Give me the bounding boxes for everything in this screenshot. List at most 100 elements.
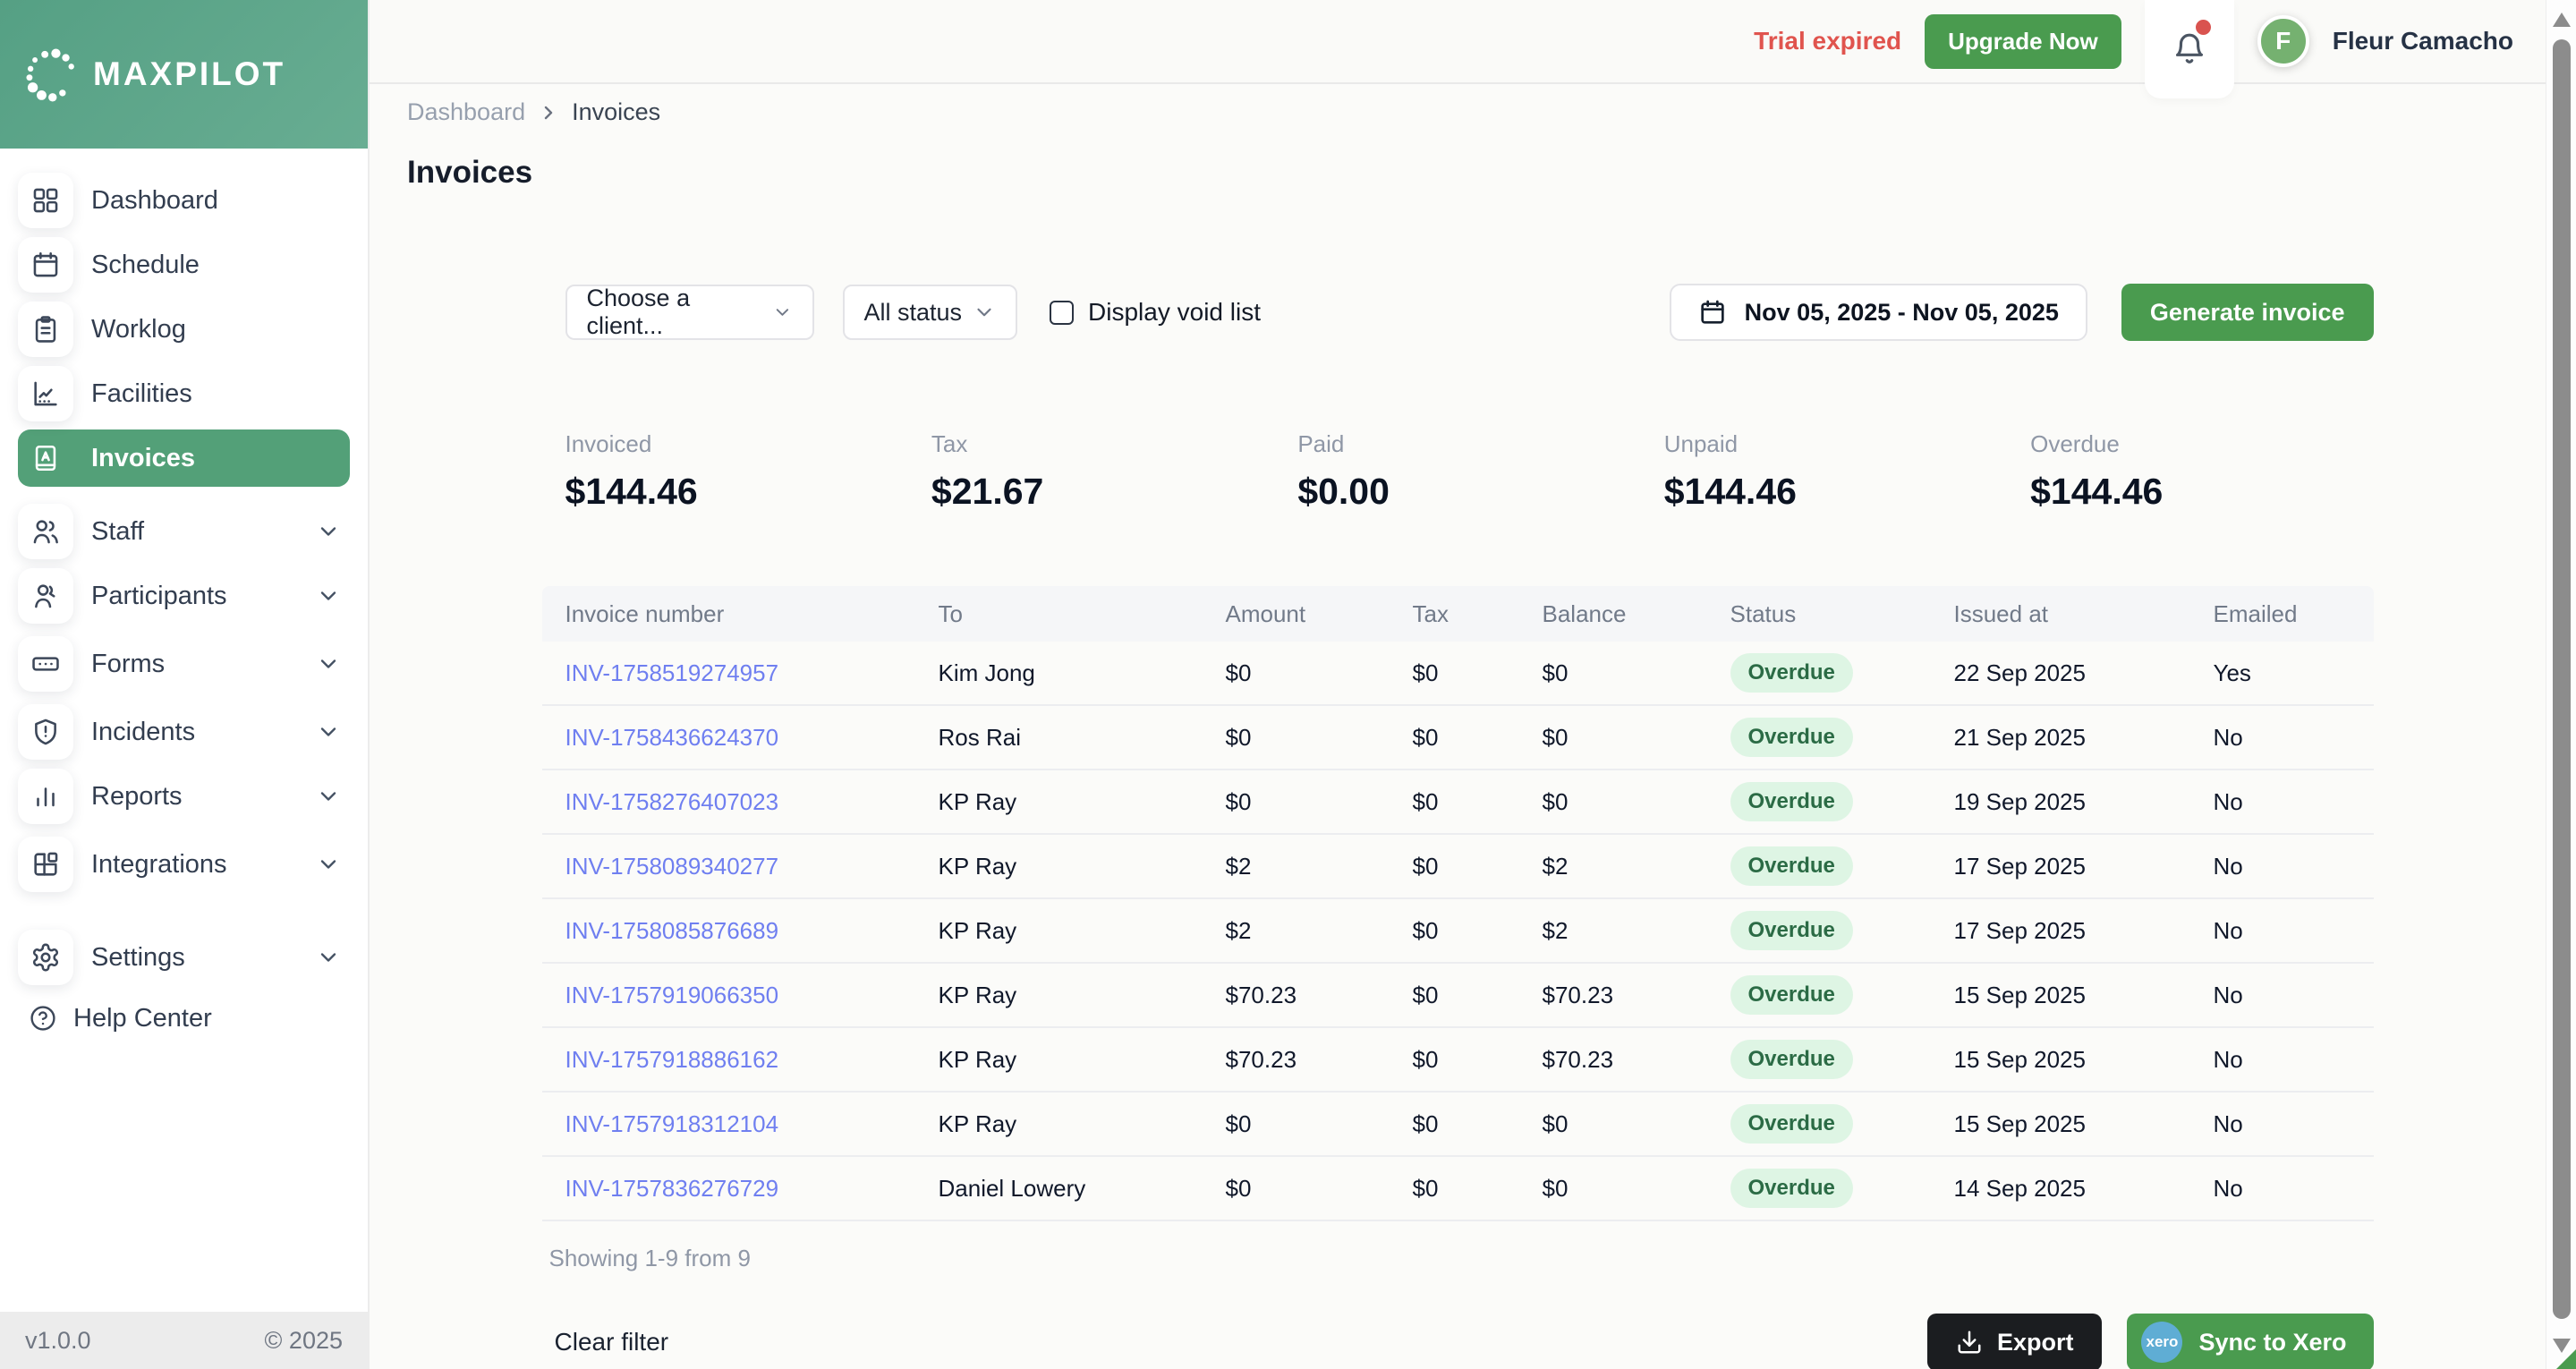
sidebar-item-label: Worklog — [91, 315, 186, 344]
invoice-number-link[interactable]: INV-1758519274957 — [565, 659, 779, 686]
invoice-number-link[interactable]: INV-1758436624370 — [565, 724, 779, 751]
void-list-checkbox[interactable] — [1050, 301, 1074, 325]
generate-invoice-button[interactable]: Generate invoice — [2121, 284, 2374, 341]
invoice-number-link[interactable]: INV-1757919066350 — [565, 982, 779, 1008]
form-field-icon — [18, 636, 73, 692]
user-name[interactable]: Fleur Camacho — [2333, 27, 2513, 55]
scroll-up-arrow[interactable] — [2553, 13, 2571, 27]
col-issued-at: Issued at — [1931, 600, 2190, 628]
sync-label: Sync to Xero — [2198, 1329, 2346, 1356]
download-icon — [1956, 1329, 1983, 1356]
sidebar-item-integrations[interactable]: Integrations — [18, 836, 350, 893]
summary-label: Unpaid — [1664, 430, 2007, 458]
sidebar: MAXPILOT Dashboard Schedule Worklog — [0, 0, 370, 1369]
invoice-number-link[interactable]: INV-1757836276729 — [565, 1175, 779, 1202]
upgrade-now-button[interactable]: Upgrade Now — [1925, 14, 2121, 69]
summary-row: Invoiced $144.46 Tax $21.67 Paid $0.00 U… — [542, 430, 2374, 513]
invoices-panel: Choose a client... All status Display vo… — [542, 284, 2374, 1369]
clipboard-icon — [18, 302, 73, 357]
chevron-right-icon — [538, 102, 559, 123]
status-badge: Overdue — [1730, 653, 1853, 693]
table-row[interactable]: INV-1757836276729 Daniel Lowery $0 $0 $0… — [542, 1157, 2374, 1221]
invoice-table: Invoice number To Amount Tax Balance Sta… — [542, 586, 2374, 1221]
sidebar-item-incidents[interactable]: Incidents — [18, 703, 350, 761]
help-center-label: Help Center — [73, 1004, 212, 1033]
sidebar-item-label: Reports — [91, 782, 183, 812]
cell-amount: $70.23 — [1203, 982, 1390, 1009]
cell-to: KP Ray — [915, 1110, 1203, 1138]
sidebar-item-reports[interactable]: Reports — [18, 768, 350, 825]
col-emailed: Emailed — [2190, 600, 2374, 628]
invoice-number-link[interactable]: INV-1758085876689 — [565, 917, 779, 944]
date-range-button[interactable]: Nov 05, 2025 - Nov 05, 2025 — [1670, 284, 2087, 341]
cell-balance: $0 — [1519, 724, 1707, 752]
table-row[interactable]: INV-1758085876689 KP Ray $2 $0 $2 Overdu… — [542, 899, 2374, 964]
status-select[interactable]: All status — [843, 285, 1018, 340]
col-amount: Amount — [1203, 600, 1390, 628]
cell-balance: $70.23 — [1519, 1046, 1707, 1074]
sidebar-item-participants[interactable]: Participants — [18, 567, 350, 625]
summary-value: $144.46 — [2030, 471, 2373, 513]
sidebar-item-label: Invoices — [91, 444, 195, 473]
invoice-number-link[interactable]: INV-1757918886162 — [565, 1046, 779, 1073]
table-row[interactable]: INV-1758276407023 KP Ray $0 $0 $0 Overdu… — [542, 770, 2374, 835]
client-select[interactable]: Choose a client... — [565, 285, 814, 340]
invoice-number-link[interactable]: INV-1758089340277 — [565, 853, 779, 880]
sidebar-item-dashboard[interactable]: Dashboard — [18, 172, 350, 229]
cell-balance: $0 — [1519, 1175, 1707, 1203]
sidebar-item-help-center[interactable]: Help Center — [18, 993, 350, 1043]
scrollbar[interactable] — [2546, 0, 2576, 1369]
sync-to-xero-button[interactable]: xero Sync to Xero — [2127, 1314, 2373, 1369]
cell-issued-at: 21 Sep 2025 — [1931, 724, 2190, 752]
notifications-button[interactable] — [2145, 0, 2234, 98]
breadcrumb-dashboard[interactable]: Dashboard — [407, 98, 525, 126]
sidebar-item-invoices[interactable]: Invoices — [18, 429, 350, 487]
table-row[interactable]: INV-1758089340277 KP Ray $2 $0 $2 Overdu… — [542, 835, 2374, 899]
col-invoice-number: Invoice number — [542, 600, 915, 628]
avatar[interactable]: F — [2257, 15, 2309, 67]
status-badge: Overdue — [1730, 975, 1853, 1015]
sidebar-item-label: Forms — [91, 650, 165, 679]
sidebar-item-staff[interactable]: Staff — [18, 503, 350, 560]
facility-chart-icon — [18, 366, 73, 421]
sidebar-item-label: Facilities — [91, 379, 192, 409]
xero-logo: xero — [2141, 1322, 2182, 1363]
table-row[interactable]: INV-1758436624370 Ros Rai $0 $0 $0 Overd… — [542, 706, 2374, 770]
export-button[interactable]: Export — [1927, 1314, 2103, 1369]
sidebar-item-forms[interactable]: Forms — [18, 635, 350, 693]
sidebar-item-label: Integrations — [91, 850, 227, 880]
notification-dot — [2196, 20, 2211, 35]
logo[interactable]: MAXPILOT — [0, 0, 368, 149]
cell-amount: $2 — [1203, 917, 1390, 945]
table-row[interactable]: INV-1757918312104 KP Ray $0 $0 $0 Overdu… — [542, 1093, 2374, 1157]
status-select-value: All status — [864, 299, 963, 327]
chevron-down-icon — [316, 719, 341, 744]
table-actions-row: Clear filter Export xero Sync to Xero — [542, 1314, 2374, 1369]
table-row[interactable]: INV-1758519274957 Kim Jong $0 $0 $0 Over… — [542, 642, 2374, 706]
invoice-number-link[interactable]: INV-1758276407023 — [565, 788, 779, 815]
sidebar-item-worklog[interactable]: Worklog — [18, 301, 350, 358]
cell-amount: $70.23 — [1203, 1046, 1390, 1074]
app-root: MAXPILOT Dashboard Schedule Worklog — [0, 0, 2576, 1369]
summary-label: Overdue — [2030, 430, 2373, 458]
sidebar-item-facilities[interactable]: Facilities — [18, 365, 350, 422]
table-row[interactable]: INV-1757919066350 KP Ray $70.23 $0 $70.2… — [542, 964, 2374, 1028]
cell-amount: $0 — [1203, 1110, 1390, 1138]
sidebar-item-settings[interactable]: Settings — [18, 929, 350, 986]
cell-issued-at: 19 Sep 2025 — [1931, 788, 2190, 816]
cell-emailed: No — [2190, 917, 2374, 945]
chevron-down-icon — [973, 301, 996, 324]
clear-filter-button[interactable]: Clear filter — [542, 1328, 669, 1356]
page-title: Invoices — [370, 155, 2546, 191]
sidebar-item-schedule[interactable]: Schedule — [18, 236, 350, 293]
invoice-number-link[interactable]: INV-1757918312104 — [565, 1110, 779, 1137]
cell-emailed: Yes — [2190, 659, 2374, 687]
app-version: v1.0.0 — [25, 1327, 91, 1355]
cell-to: KP Ray — [915, 982, 1203, 1009]
scrollbar-thumb[interactable] — [2553, 39, 2571, 1319]
cell-amount: $2 — [1203, 853, 1390, 880]
table-row[interactable]: INV-1757918886162 KP Ray $70.23 $0 $70.2… — [542, 1028, 2374, 1093]
summary-value: $0.00 — [1297, 471, 1640, 513]
chevron-down-icon — [772, 301, 793, 324]
display-void-list-toggle[interactable]: Display void list — [1050, 298, 1261, 327]
